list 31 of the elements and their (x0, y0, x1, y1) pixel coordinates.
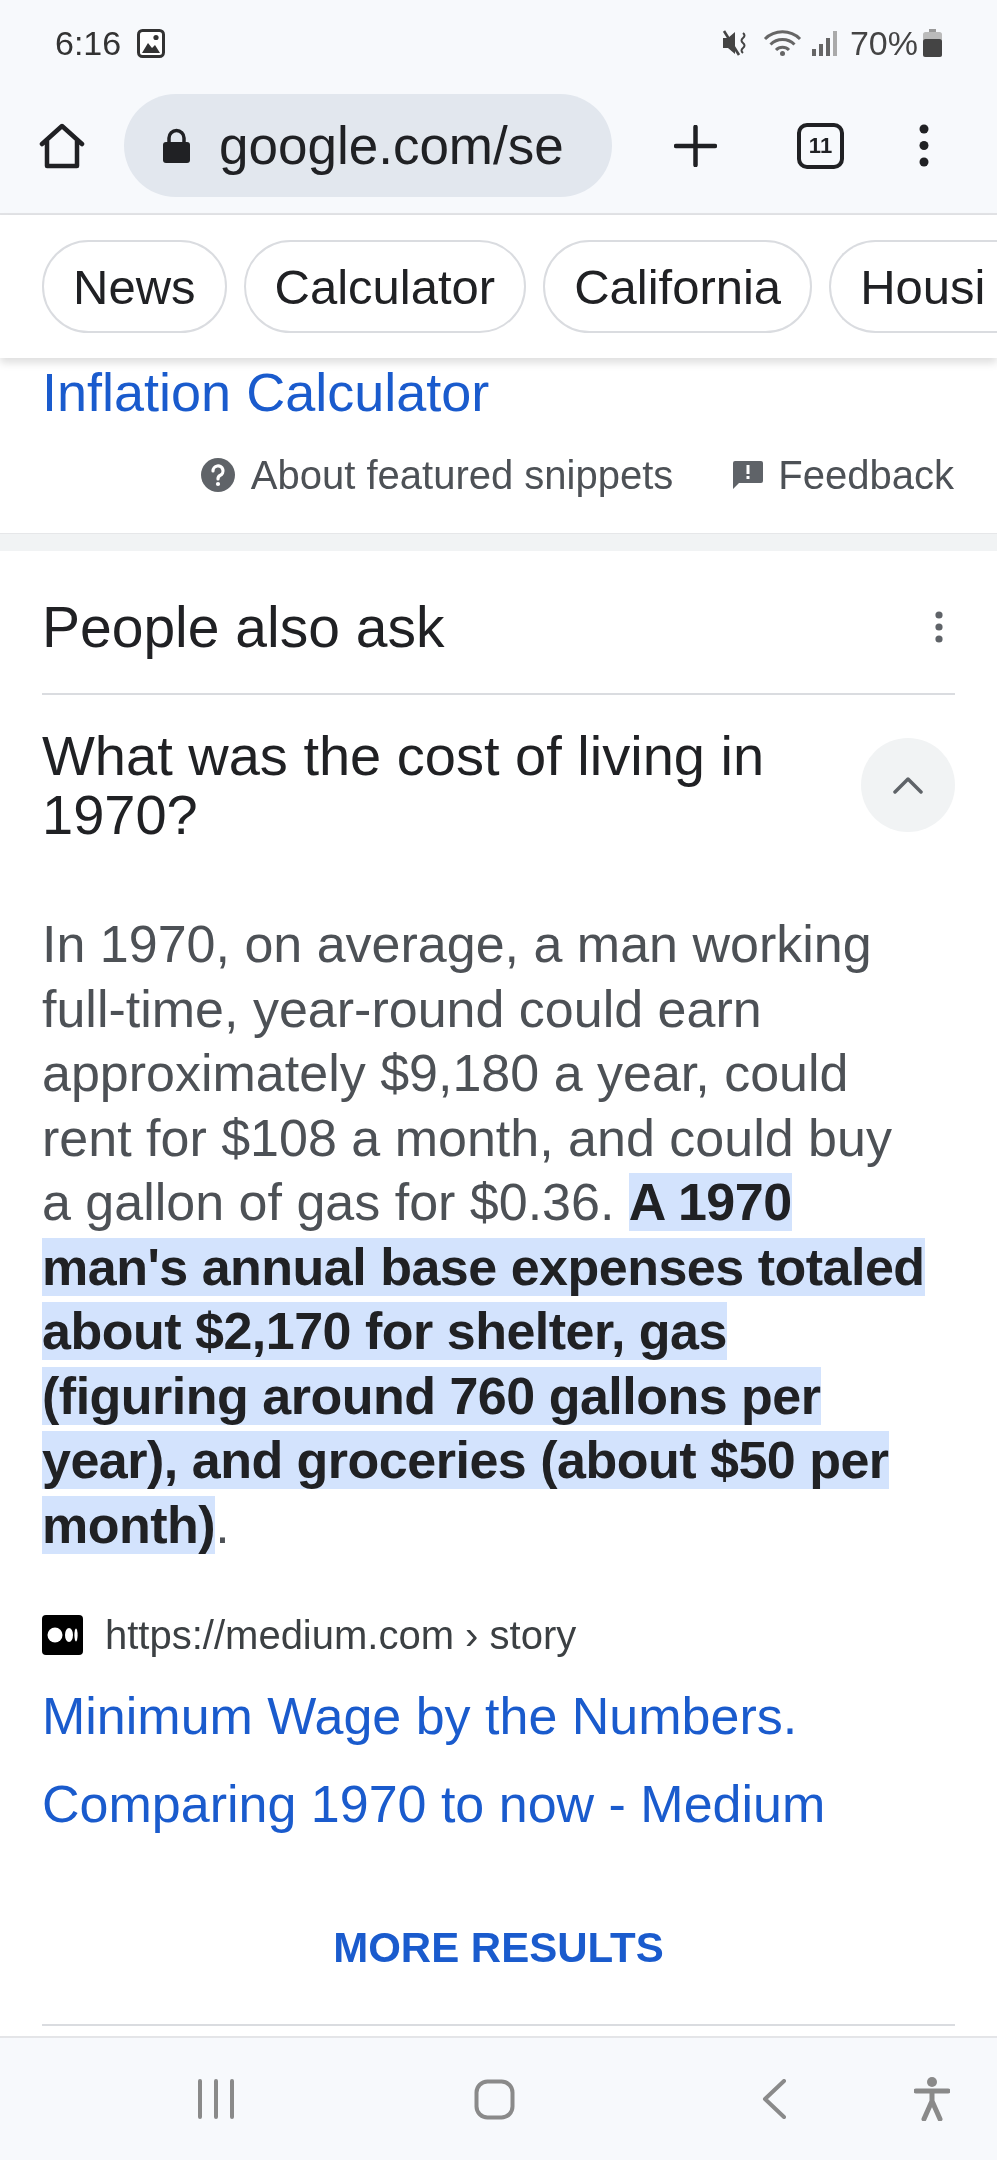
question-heading[interactable]: What was the cost of living in 1970? (42, 726, 841, 844)
filter-chip[interactable]: Housi (829, 240, 997, 333)
more-results-button[interactable]: MORE RESULTS (333, 1920, 664, 1976)
filter-chip[interactable]: California (543, 240, 813, 333)
new-tab-icon[interactable] (674, 124, 717, 167)
lock-icon (162, 128, 191, 163)
home-icon[interactable] (38, 122, 86, 169)
battery-icon (923, 29, 942, 57)
result-title-link[interactable]: Minimum Wage by the Numbers. Comparing 1970 to now - Medium (42, 1672, 872, 1848)
filter-chip[interactable]: News (42, 240, 227, 333)
wifi-icon (762, 30, 802, 56)
feedback-button[interactable]: Feedback (733, 451, 954, 499)
home-button-icon[interactable] (474, 2078, 515, 2120)
tab-switcher-button[interactable]: 11 (797, 122, 844, 169)
section-title: People also ask (42, 595, 445, 659)
feedback-icon (733, 461, 764, 489)
about-snippets-button[interactable]: About featured snippets (200, 451, 674, 499)
back-icon[interactable] (762, 2079, 787, 2119)
result-title-link[interactable]: Inflation Calculator (42, 362, 490, 422)
source-url: https://medium.com › story (105, 1612, 577, 1659)
recent-apps-icon[interactable] (197, 2079, 235, 2119)
site-favicon-icon (42, 1615, 83, 1655)
address-bar[interactable]: google.com/se (124, 94, 612, 197)
accessibility-icon[interactable] (914, 2077, 950, 2121)
status-time: 6:16 (55, 23, 122, 63)
signal-icon (811, 30, 838, 56)
battery-percentage: 70% (849, 23, 918, 63)
chevron-up-icon (892, 776, 924, 794)
help-icon (200, 458, 235, 492)
filter-chip[interactable]: Calculator (243, 240, 527, 333)
image-icon (137, 28, 166, 58)
